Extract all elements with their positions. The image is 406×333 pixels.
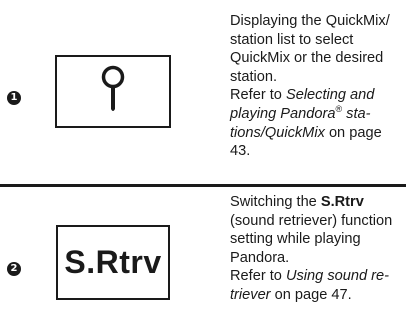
ref-title: sta- <box>342 105 371 122</box>
reference-line: Refer to Selecting and <box>230 86 406 105</box>
button-label: S.Rtrv <box>64 244 162 280</box>
desc-line: station list to select <box>230 31 354 48</box>
station-list-button[interactable] <box>55 55 171 128</box>
reference-line: triever on page 47. <box>230 286 406 305</box>
desc-line: setting while playing <box>230 231 361 248</box>
item-description: Switching the S.Rtrv (sound retriever) f… <box>230 193 406 305</box>
search-icon <box>101 65 125 111</box>
ref-prefix: Refer to <box>230 268 286 285</box>
ref-suffix: on page 47. <box>270 286 352 303</box>
item-number-badge: 2 <box>7 262 21 276</box>
desc-line: QuickMix or the desired <box>230 50 384 67</box>
row-divider <box>0 184 406 187</box>
ref-title: playing Pandora <box>230 105 336 122</box>
desc-line: station. <box>230 68 278 85</box>
reference-line: playing Pandora® sta- <box>230 105 406 124</box>
ref-suffix: on page <box>324 124 382 141</box>
ref-prefix: Refer to <box>230 87 286 104</box>
desc-line: Switching the S.Rtrv <box>230 193 406 212</box>
ref-title: Selecting and <box>285 87 375 104</box>
sound-retriever-button[interactable]: S.Rtrv <box>56 225 170 300</box>
ref-title: tions/QuickMix <box>230 124 325 141</box>
desc-bold: S.Rtrv <box>320 194 364 210</box>
reference-line: tions/QuickMix on page <box>230 124 406 143</box>
reference-line: Refer to Using sound re- <box>230 267 406 286</box>
desc-prefix: Switching the <box>230 194 321 210</box>
desc-line: Pandora. <box>230 249 290 266</box>
item-description: Displaying the QuickMix/ station list to… <box>230 12 406 161</box>
ref-title: Using sound re- <box>285 268 389 285</box>
desc-line: Displaying the QuickMix/ <box>230 13 390 29</box>
ref-page: 43. <box>230 143 251 160</box>
ref-title: triever <box>230 286 271 303</box>
desc-line: (sound retriever) function <box>230 212 393 229</box>
item-number-badge: 1 <box>7 91 21 105</box>
